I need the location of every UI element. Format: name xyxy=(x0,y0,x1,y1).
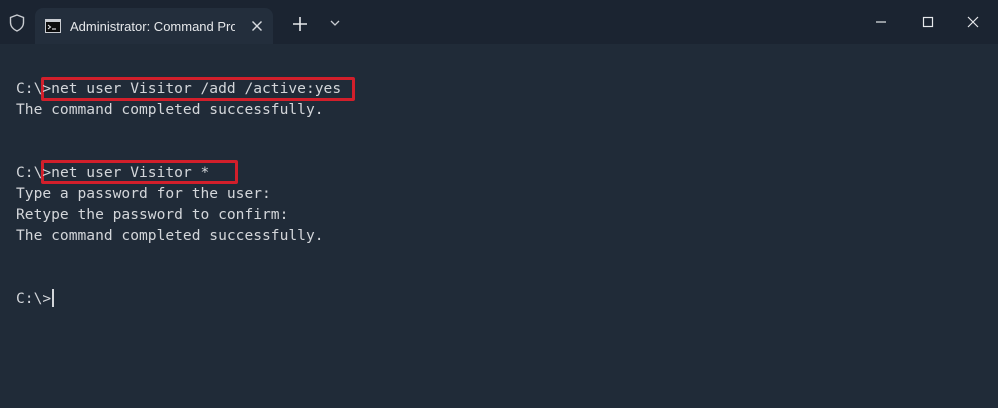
prompt-line-1: C:\>net user Visitor /add /active:yes xyxy=(16,79,341,99)
output-line: The command completed successfully. xyxy=(16,227,324,244)
close-tab-icon[interactable] xyxy=(247,16,267,36)
command-prompt-icon xyxy=(45,19,61,33)
terminal-window: Administrator: Command Prom C:\>net user… xyxy=(0,0,998,408)
title-bar: Administrator: Command Prom xyxy=(0,0,998,44)
prompt: C:\> xyxy=(16,164,52,181)
prompt-line-3: C:\> xyxy=(16,289,51,309)
command-text: net user Visitor * xyxy=(51,164,210,181)
shield-icon xyxy=(9,14,25,32)
tab-title: Administrator: Command Prom xyxy=(70,19,235,34)
close-window-icon[interactable] xyxy=(953,8,993,36)
tab-command-prompt[interactable]: Administrator: Command Prom xyxy=(35,8,273,44)
minimize-icon[interactable] xyxy=(861,8,901,36)
command-text: net user Visitor /add /active:yes xyxy=(51,80,342,97)
prompt-line-2: C:\>net user Visitor * xyxy=(16,163,209,183)
terminal-output[interactable]: C:\>net user Visitor /add /active:yes Th… xyxy=(0,44,998,408)
new-tab-icon[interactable] xyxy=(289,13,311,35)
output-line: Type a password for the user: xyxy=(16,185,271,202)
output-line: The command completed successfully. xyxy=(16,101,324,118)
maximize-icon[interactable] xyxy=(908,8,948,36)
prompt: C:\> xyxy=(16,290,52,307)
text-cursor xyxy=(52,289,54,307)
prompt: C:\> xyxy=(16,80,52,97)
output-line: Retype the password to confirm: xyxy=(16,206,289,223)
chevron-down-icon[interactable] xyxy=(327,15,343,31)
